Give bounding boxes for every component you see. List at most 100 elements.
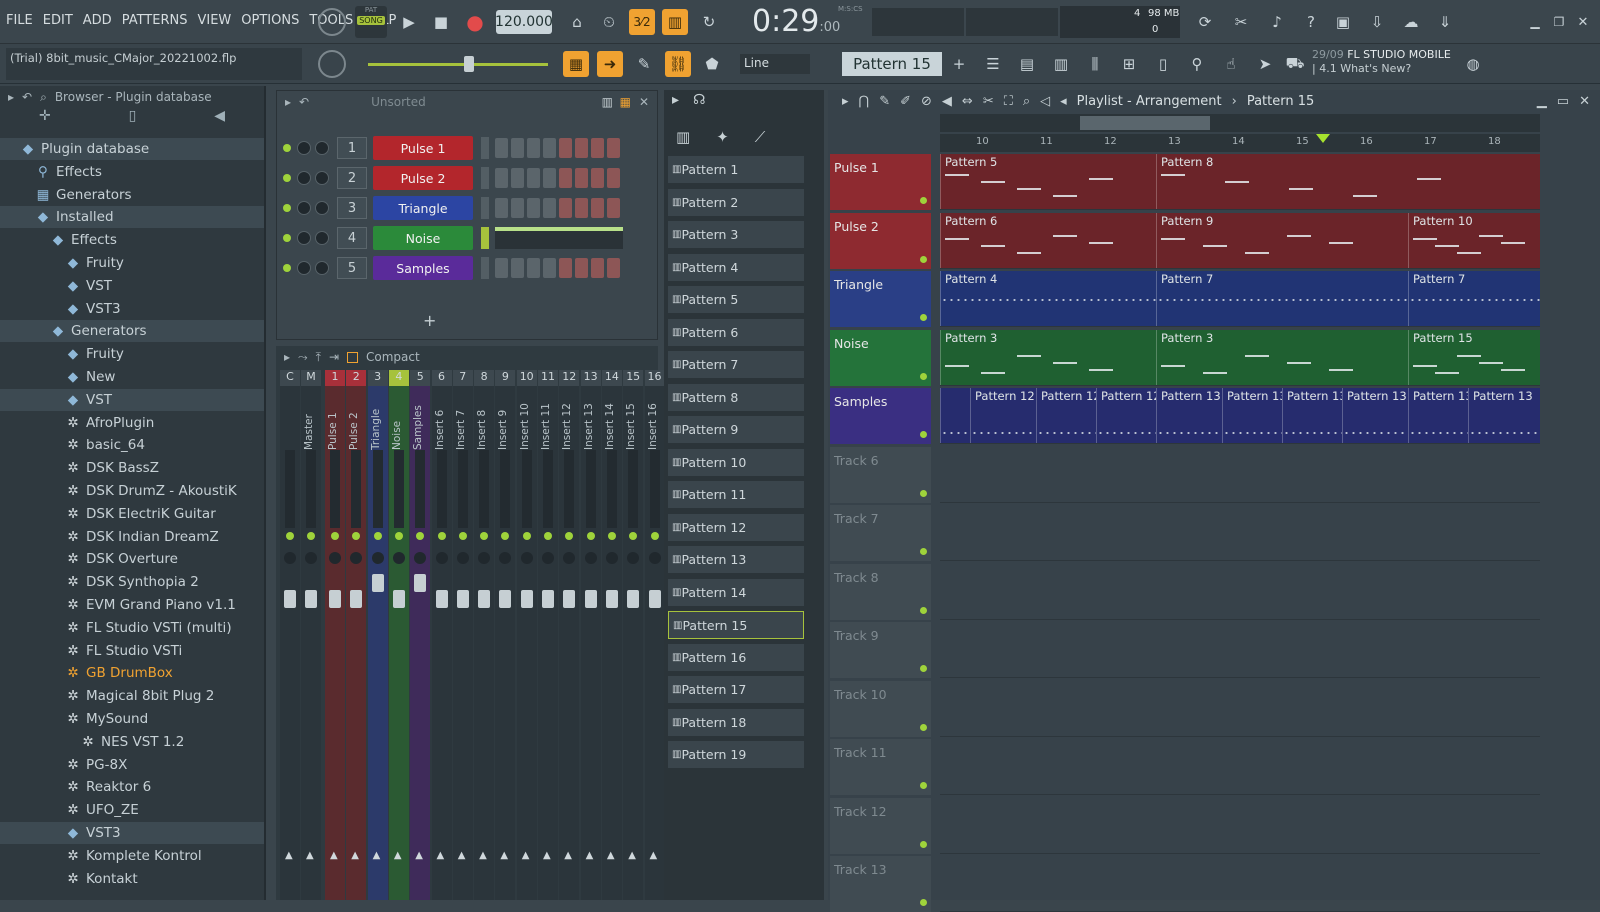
step-button[interactable] xyxy=(591,198,604,218)
master-volume-slider[interactable] xyxy=(368,63,548,66)
step-button[interactable] xyxy=(495,138,508,158)
pattern-item[interactable]: ▥ Pattern 13 xyxy=(668,546,804,574)
channel-select[interactable] xyxy=(481,227,489,249)
master-pitch-knob[interactable] xyxy=(318,50,346,78)
channel-mixer-track[interactable]: 1 xyxy=(337,137,367,159)
step-button[interactable] xyxy=(607,198,620,218)
route-arrow-icon[interactable]: ▲ xyxy=(607,850,615,861)
track-header[interactable]: Track 7 xyxy=(830,505,931,561)
channel-mute-led[interactable] xyxy=(283,264,291,272)
strip-active-led[interactable] xyxy=(373,532,382,540)
strip-fader[interactable] xyxy=(627,590,640,608)
touch-icon[interactable]: ☝ xyxy=(1218,51,1244,77)
scroll-thumb[interactable] xyxy=(1080,116,1210,130)
strip-pan-knob[interactable] xyxy=(542,552,554,564)
mixer-strip[interactable]: 7 Insert 7 ▲ xyxy=(452,370,473,900)
browser-item[interactable]: ✲ FL Studio VSTi (multi) xyxy=(0,617,264,639)
speaker-icon[interactable]: ◀ xyxy=(214,108,225,132)
strip-fader[interactable] xyxy=(456,590,469,608)
graph-icon[interactable]: ▥ xyxy=(602,95,613,109)
strip-pan-knob[interactable] xyxy=(414,552,427,564)
pattern-item[interactable]: ▥ Pattern 19 xyxy=(668,741,804,769)
track-header[interactable]: Track 9 xyxy=(830,622,931,678)
route-arrow-icon[interactable]: ▲ xyxy=(650,850,658,861)
strip-fader[interactable] xyxy=(499,590,512,608)
browser-item[interactable]: ✲ MySound xyxy=(0,708,264,730)
browser-item[interactable]: ◆ Fruity xyxy=(0,252,264,274)
channel-rack-icon[interactable]: ▥ xyxy=(1048,51,1074,77)
refresh-icon[interactable]: ⟳ xyxy=(1192,9,1218,35)
track-lane[interactable]: Pattern 5 Pattern 8 xyxy=(940,154,1540,210)
track-header[interactable]: Track 12 xyxy=(830,797,931,854)
browser-item[interactable]: ✲ Komplete Kontrol xyxy=(0,845,264,867)
track-mute-led[interactable] xyxy=(920,782,927,789)
pattern-item[interactable]: ▥ Pattern 1 xyxy=(668,156,804,184)
back-icon[interactable]: ↶ xyxy=(22,90,32,104)
strip-pan-knob[interactable] xyxy=(627,552,640,564)
pattern-clip[interactable]: Pattern 13 xyxy=(1408,388,1468,443)
steps-icon[interactable]: ▦ xyxy=(620,95,631,109)
loop-record-icon[interactable]: ↻ xyxy=(696,9,722,35)
track-mute-led[interactable] xyxy=(920,840,927,848)
export-icon[interactable]: ⇩ xyxy=(1364,9,1390,35)
mixer-strip[interactable]: 4 Noise ▲ xyxy=(388,370,409,900)
track-mute-led[interactable] xyxy=(920,489,927,497)
mute-icon[interactable]: ◀ xyxy=(942,94,952,109)
pattern-item[interactable]: ▥ Pattern 4 xyxy=(668,253,804,282)
mixer-strip[interactable]: 5 Samples ▲ xyxy=(410,370,431,900)
globe-icon[interactable]: ◍ xyxy=(1460,51,1486,77)
timeline-ruler[interactable]: 10 11 12 13 14 15 16 17 18 xyxy=(940,134,1540,152)
step-button[interactable] xyxy=(495,198,508,218)
browser-item[interactable]: ✲ basic_64 xyxy=(0,434,264,456)
magnet-icon[interactable]: ⋂ xyxy=(859,94,870,109)
strip-active-led[interactable] xyxy=(586,532,595,540)
browser-item[interactable]: ⚲ Effects xyxy=(0,161,264,183)
step-button[interactable] xyxy=(591,258,604,278)
track-mute-led[interactable] xyxy=(920,372,927,380)
mixer-strip[interactable]: 13 Insert 13 ▲ xyxy=(580,370,601,900)
strip-fader[interactable] xyxy=(605,590,618,608)
strip-active-led[interactable] xyxy=(629,532,638,540)
rack-undo-icon[interactable]: ↶ xyxy=(299,95,309,109)
mixer-strip[interactable]: 2 Pulse 2 ▲ xyxy=(346,370,367,900)
route-arrow-icon[interactable]: ▲ xyxy=(543,850,551,861)
slip-icon[interactable]: ⇔ xyxy=(962,94,973,109)
strip-fader[interactable] xyxy=(584,590,597,608)
strip-pan-knob[interactable] xyxy=(478,552,491,564)
strip-pan-knob[interactable] xyxy=(648,552,661,564)
rack-close-icon[interactable]: ✕ xyxy=(639,95,649,109)
step-button[interactable] xyxy=(559,138,572,158)
track-mute-led[interactable] xyxy=(920,548,927,555)
track-lane[interactable]: Pattern 4 Pattern 7 Pattern 7 xyxy=(940,271,1540,327)
route-arrow-icon[interactable]: ▲ xyxy=(351,850,359,861)
rack-arrow-icon[interactable]: ▸ xyxy=(285,95,291,109)
menu-file[interactable]: FILE xyxy=(6,13,33,28)
step-button[interactable] xyxy=(607,138,620,158)
news-panel[interactable]: 29/09 FL STUDIO MOBILE | 4.1 What's New? xyxy=(1312,48,1462,80)
track-lane[interactable] xyxy=(940,798,1540,854)
strip-fader[interactable] xyxy=(350,590,363,608)
mixer-strip[interactable]: 12 Insert 12 ▲ xyxy=(559,370,580,900)
strip-pan-knob[interactable] xyxy=(520,552,533,564)
file-icon[interactable]: ▯ xyxy=(129,108,137,132)
pattern-item[interactable]: ▥ Pattern 2 xyxy=(668,188,804,217)
strip-active-led[interactable] xyxy=(480,532,489,540)
browser-item[interactable]: ◆ Fruity xyxy=(0,343,264,365)
track-header[interactable]: Track 8 xyxy=(830,563,931,620)
track-header[interactable]: Track 6 xyxy=(830,446,931,503)
mixer-strip[interactable]: 1 Pulse 1 ▲ xyxy=(325,370,345,900)
strip-pan-knob[interactable] xyxy=(605,552,618,564)
pattern-clip[interactable]: Pattern 5 xyxy=(940,154,1156,209)
channel-mute-led[interactable] xyxy=(283,174,291,182)
restore-icon[interactable]: ❐ xyxy=(1546,9,1572,35)
strip-pan-knob[interactable] xyxy=(350,552,363,564)
pattern-selector[interactable]: Pattern 15 xyxy=(842,52,942,76)
step-button[interactable] xyxy=(527,198,540,218)
strip-pan-knob[interactable] xyxy=(305,552,317,564)
stamp-icon[interactable]: ⬟ xyxy=(699,51,725,77)
browser-item[interactable]: ✲ FL Studio VSTi xyxy=(0,640,264,662)
save-icon[interactable]: ▣ xyxy=(1330,9,1356,35)
strip-active-led[interactable] xyxy=(607,532,616,540)
strip-active-led[interactable] xyxy=(416,532,425,540)
mixer-strip[interactable]: 8 Insert 8 ▲ xyxy=(474,370,495,900)
